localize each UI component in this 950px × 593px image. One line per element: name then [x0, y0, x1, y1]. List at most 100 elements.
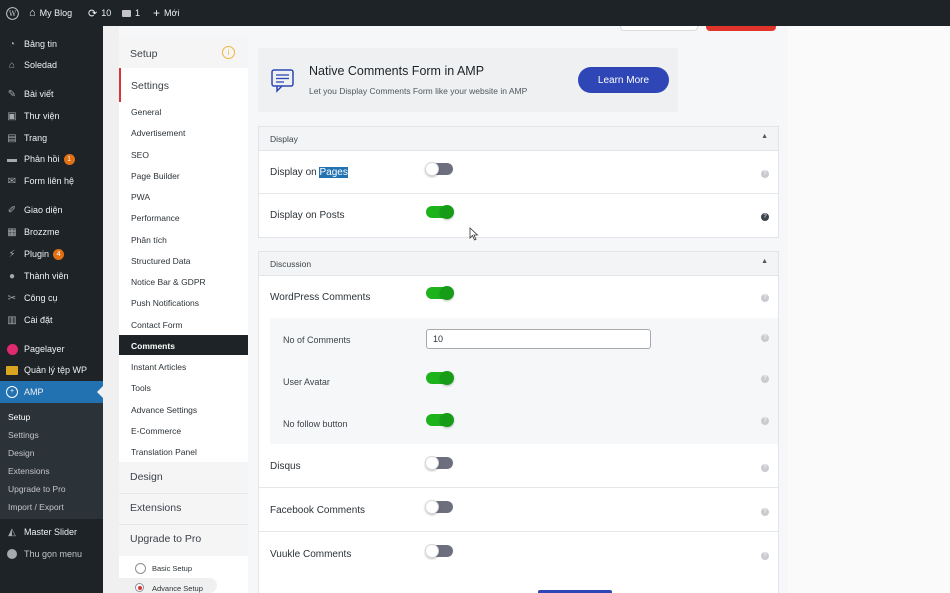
mouse-cursor-icon — [469, 227, 479, 241]
nav-design[interactable]: Design — [130, 471, 163, 483]
help-icon[interactable]: ? — [761, 213, 769, 221]
nav-performance[interactable]: Performance — [131, 213, 180, 223]
display-on-pages-toggle[interactable] — [425, 162, 453, 176]
menu-item-plugins[interactable]: ⚡ Plugin 4 — [0, 243, 103, 265]
menu-item-settings[interactable]: ▥ Cài đặt — [0, 309, 103, 331]
learn-more-button[interactable]: Learn More — [578, 67, 669, 93]
wordpress-logo-icon[interactable]: W — [6, 0, 19, 26]
display-on-posts-toggle[interactable] — [426, 205, 454, 219]
nav-settings[interactable]: Settings — [131, 80, 169, 92]
nav-instant-articles[interactable]: Instant Articles — [131, 362, 186, 372]
advance-setup-label: Advance Setup — [152, 584, 203, 593]
svg-text:W: W — [9, 9, 17, 18]
discussion-section-header[interactable]: Discussion ▲ — [259, 252, 778, 276]
nav-comments[interactable]: Comments — [131, 341, 175, 351]
menu-item-tools[interactable]: ✂ Công cụ — [0, 287, 103, 309]
basic-setup-label: Basic Setup — [152, 564, 193, 573]
nav-page-builder[interactable]: Page Builder — [131, 171, 180, 181]
disqus-toggle[interactable] — [425, 456, 453, 470]
plugins-badge: 4 — [53, 248, 65, 260]
display-section: Display ▲ — [258, 126, 779, 238]
collapse-menu-button[interactable]: Thu gọn menu — [0, 543, 103, 565]
info-icon: i — [222, 46, 235, 59]
advance-setup-radio[interactable] — [135, 583, 144, 592]
menu-item-file-manager[interactable]: Quản lý tệp WP — [0, 359, 103, 381]
amp-submenu-settings[interactable]: Settings — [8, 430, 39, 440]
nav-advance-settings[interactable]: Advance Settings — [131, 405, 197, 415]
display-section-header[interactable]: Display ▲ — [259, 127, 778, 151]
nav-contact-form[interactable]: Contact Form — [131, 320, 183, 330]
menu-item-pagelayer[interactable]: Pagelayer — [0, 338, 103, 360]
nav-analytics[interactable]: Phân tích — [131, 235, 167, 245]
menu-item-contact-form[interactable]: ✉ Form liên hệ — [0, 170, 103, 192]
help-icon[interactable]: ? — [761, 334, 769, 342]
no-of-comments-input[interactable] — [426, 329, 651, 349]
grid-icon: ▦ — [7, 226, 17, 238]
amp-submenu-upgrade[interactable]: Upgrade to Pro — [8, 484, 66, 494]
user-icon: ● — [8, 270, 16, 282]
updates-link[interactable]: ⟳ 10 — [88, 0, 111, 26]
menu-item-brozzme[interactable]: ▦ Brozzme — [0, 221, 103, 243]
folder-icon — [6, 364, 18, 376]
menu-item-comments[interactable]: ▬ Phản hồi 1 — [0, 148, 103, 170]
help-icon[interactable]: ? — [761, 464, 769, 472]
basic-setup-radio[interactable] — [135, 563, 146, 574]
display-section-title: Display — [270, 134, 298, 144]
plugin-icon: ⚡ — [8, 248, 16, 260]
menu-item-users[interactable]: ● Thành viên — [0, 265, 103, 287]
admin-bar: W ⌂ My Blog ⟳ 10 1 + Mới — [0, 0, 950, 26]
help-icon[interactable]: ? — [761, 552, 769, 560]
nav-pwa[interactable]: PWA — [131, 192, 150, 202]
amp-icon: + — [6, 386, 18, 398]
top-primary-button[interactable] — [706, 26, 776, 31]
help-icon[interactable]: ? — [761, 170, 769, 178]
wordpress-comments-toggle[interactable] — [426, 286, 454, 300]
nav-notice-bar[interactable]: Notice Bar & GDPR — [131, 277, 206, 287]
menu-item-amp[interactable]: + AMP — [0, 381, 103, 403]
nav-seo[interactable]: SEO — [131, 150, 149, 160]
nav-divider — [119, 493, 248, 494]
menu-item-posts[interactable]: ✎ Bài viết — [0, 83, 103, 105]
help-icon[interactable]: ? — [761, 417, 769, 425]
pagelayer-icon — [6, 343, 18, 355]
no-follow-button-toggle[interactable] — [426, 413, 454, 427]
help-icon[interactable]: ? — [761, 508, 769, 516]
nav-structured-data[interactable]: Structured Data — [131, 256, 191, 266]
nav-tools[interactable]: Tools — [131, 383, 151, 393]
nav-general[interactable]: General — [131, 107, 161, 117]
settings-icon: ▥ — [7, 314, 17, 326]
highlighted-text: Pages — [319, 167, 348, 178]
nav-advertisement[interactable]: Advertisement — [131, 128, 185, 138]
user-avatar-toggle[interactable] — [426, 371, 454, 385]
amp-submenu-design[interactable]: Design — [8, 448, 34, 458]
nav-translation-panel[interactable]: Translation Panel — [131, 447, 197, 457]
amp-submenu-setup[interactable]: Setup — [8, 412, 30, 422]
site-name-link[interactable]: ⌂ My Blog — [29, 0, 72, 26]
comments-link[interactable]: 1 — [122, 0, 140, 26]
nav-push-notifications[interactable]: Push Notifications — [131, 298, 199, 308]
discussion-section-title: Discussion — [270, 259, 312, 269]
menu-item-appearance[interactable]: ✐ Giao diện — [0, 199, 103, 221]
nav-ecommerce[interactable]: E-Commerce — [131, 426, 181, 436]
top-secondary-button[interactable] — [620, 26, 698, 31]
menu-item-dashboard[interactable]: ◔ Bảng tin — [0, 33, 103, 55]
nav-setup[interactable]: Setup — [130, 48, 157, 60]
no-follow-button-label: No follow button — [283, 419, 348, 429]
facebook-comments-toggle[interactable] — [425, 500, 453, 514]
row-divider — [259, 193, 778, 194]
help-icon[interactable]: ? — [761, 294, 769, 302]
help-icon[interactable]: ? — [761, 375, 769, 383]
facebook-comments-label: Facebook Comments — [270, 505, 366, 516]
menu-item-soledad[interactable]: ⌂ Soledad — [0, 54, 103, 76]
pin-icon: ✎ — [7, 88, 17, 100]
nav-divider — [119, 524, 248, 525]
new-content-link[interactable]: + Mới — [153, 0, 179, 26]
amp-submenu-import-export[interactable]: Import / Export — [8, 502, 64, 512]
menu-item-pages[interactable]: ▤ Trang — [0, 127, 103, 149]
nav-upgrade-to-pro[interactable]: Upgrade to Pro — [130, 533, 201, 545]
menu-item-master-slider[interactable]: ◭ Master Slider — [0, 521, 103, 543]
vuukle-comments-toggle[interactable] — [425, 544, 453, 558]
nav-extensions[interactable]: Extensions — [130, 502, 181, 514]
menu-item-media[interactable]: ▣ Thư viện — [0, 105, 103, 127]
amp-submenu-extensions[interactable]: Extensions — [8, 466, 50, 476]
